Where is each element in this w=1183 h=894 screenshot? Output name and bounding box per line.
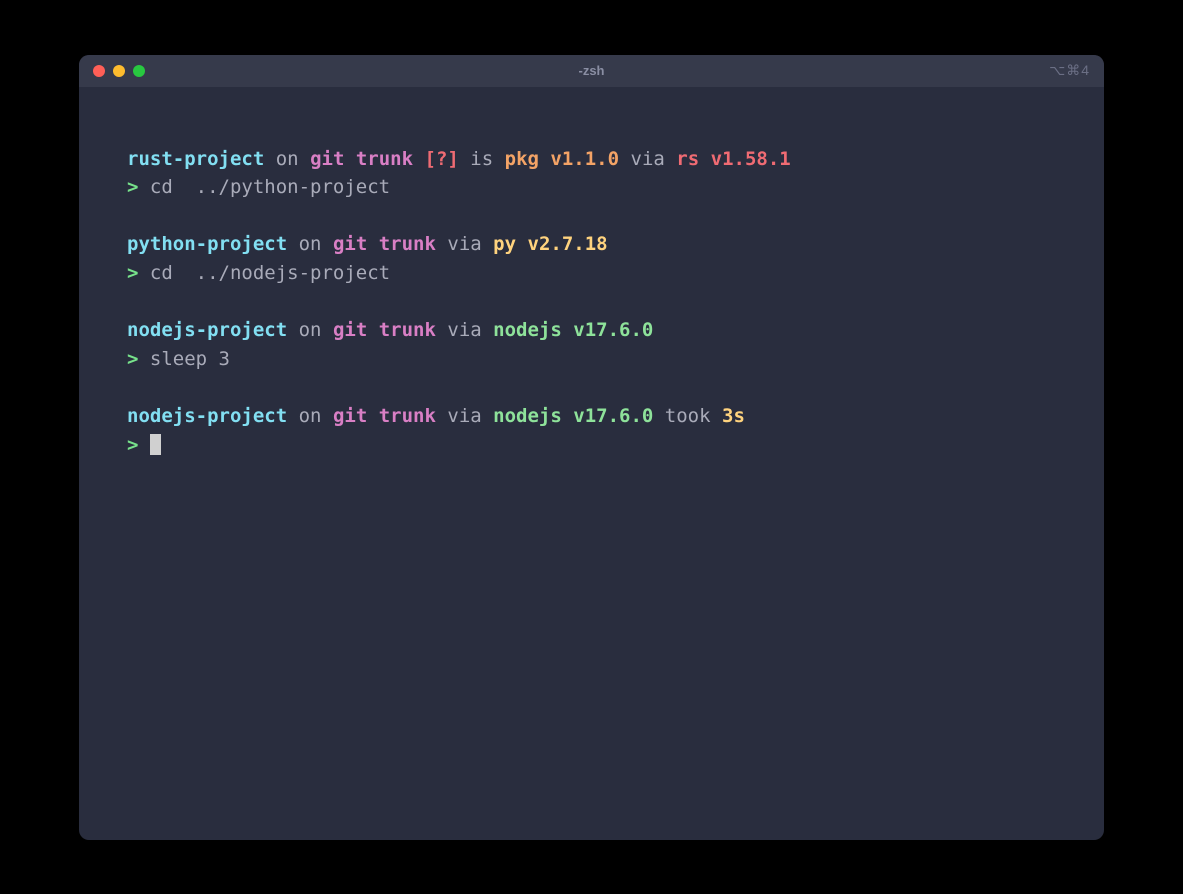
command-line: >	[127, 431, 1056, 460]
vcs-icon: git	[333, 319, 367, 341]
command-text: cd ../python-project	[150, 176, 390, 198]
titlebar: -zsh ⌥⌘4	[79, 55, 1104, 87]
project-name: nodejs-project	[127, 405, 287, 427]
on-label: on	[299, 319, 322, 341]
prompt-symbol: >	[127, 176, 138, 198]
runtime-version: v17.6.0	[573, 405, 653, 427]
pkg-version: v1.1.0	[550, 148, 619, 170]
runtime-version: v1.58.1	[711, 148, 791, 170]
runtime-icon: py	[493, 233, 516, 255]
on-label: on	[299, 405, 322, 427]
command-text: sleep 3	[150, 348, 230, 370]
branch-name: trunk	[379, 233, 436, 255]
on-label: on	[299, 233, 322, 255]
project-name: nodejs-project	[127, 319, 287, 341]
terminal-window: -zsh ⌥⌘4 rust-project on git trunk [?] i…	[79, 55, 1104, 840]
vcs-icon: git	[333, 405, 367, 427]
prompt-line: nodejs-project on git trunk via nodejs v…	[127, 316, 1056, 345]
prompt-line: rust-project on git trunk [?] is pkg v1.…	[127, 145, 1056, 174]
branch-name: trunk	[356, 148, 413, 170]
cursor[interactable]	[150, 434, 161, 455]
prompt-block: python-project on git trunk via py v2.7.…	[127, 230, 1056, 288]
git-status: [?]	[425, 148, 459, 170]
via-label: via	[447, 319, 481, 341]
via-label: via	[631, 148, 665, 170]
runtime-icon: nodejs	[493, 405, 562, 427]
maximize-button[interactable]	[133, 65, 145, 77]
command-line: > cd ../python-project	[127, 173, 1056, 202]
command-text: cd ../nodejs-project	[150, 262, 390, 284]
prompt-symbol: >	[127, 348, 138, 370]
runtime-version: v17.6.0	[573, 319, 653, 341]
project-name: python-project	[127, 233, 287, 255]
branch-name: trunk	[379, 405, 436, 427]
on-label: on	[276, 148, 299, 170]
minimize-button[interactable]	[113, 65, 125, 77]
prompt-line: nodejs-project on git trunk via nodejs v…	[127, 402, 1056, 431]
runtime-icon: nodejs	[493, 319, 562, 341]
vcs-icon: git	[333, 233, 367, 255]
prompt-block: rust-project on git trunk [?] is pkg v1.…	[127, 145, 1056, 203]
pkg-icon: pkg	[505, 148, 539, 170]
took-label: took	[665, 405, 711, 427]
prompt-block: nodejs-project on git trunk via nodejs v…	[127, 402, 1056, 460]
prompt-symbol: >	[127, 434, 138, 456]
via-label: via	[447, 405, 481, 427]
window-title: -zsh	[579, 63, 605, 78]
prompt-block: nodejs-project on git trunk via nodejs v…	[127, 316, 1056, 374]
branch-name: trunk	[379, 319, 436, 341]
duration: 3s	[722, 405, 745, 427]
via-label: via	[447, 233, 481, 255]
command-line: > sleep 3	[127, 345, 1056, 374]
close-button[interactable]	[93, 65, 105, 77]
command-line: > cd ../nodejs-project	[127, 259, 1056, 288]
is-label: is	[470, 148, 493, 170]
shortcut-indicator: ⌥⌘4	[1049, 62, 1090, 79]
vcs-icon: git	[310, 148, 344, 170]
runtime-icon: rs	[676, 148, 699, 170]
prompt-symbol: >	[127, 262, 138, 284]
runtime-version: v2.7.18	[528, 233, 608, 255]
traffic-lights	[93, 65, 145, 77]
terminal-body[interactable]: rust-project on git trunk [?] is pkg v1.…	[79, 87, 1104, 840]
project-name: rust-project	[127, 148, 264, 170]
prompt-line: python-project on git trunk via py v2.7.…	[127, 230, 1056, 259]
